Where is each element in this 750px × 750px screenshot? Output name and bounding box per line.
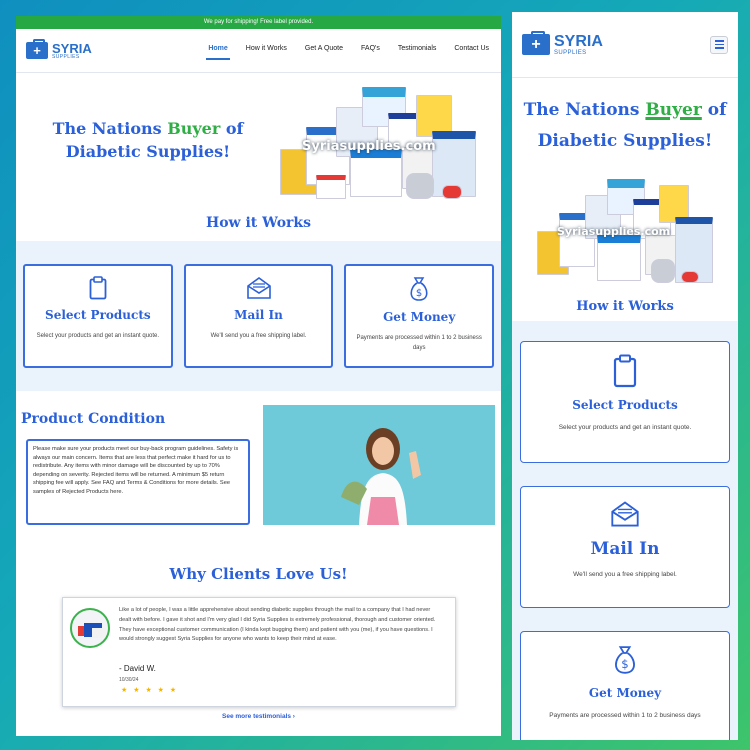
hamburger-menu-icon[interactable] [710, 35, 728, 54]
mobile-header: + SYRIA SUPPLIES [512, 12, 738, 78]
product-condition-section: Product Condition Please make sure your … [16, 391, 501, 551]
step-text: Select your products and get an instant … [558, 424, 692, 431]
logo-name: SYRIA [52, 40, 92, 56]
nav-how-it-works[interactable]: How it Works [244, 42, 289, 60]
clipboard-icon [613, 354, 637, 388]
testimonial-author: - David W. [119, 664, 156, 673]
step-title: Mail In [590, 539, 660, 559]
step-text: We'll send you a free shipping label. [573, 571, 677, 578]
diabetic-supplies-image: Syriasupplies.com [533, 179, 717, 291]
hero-headline: The Nations Buyer of Diabetic Supplies! [52, 119, 244, 161]
product-condition-text: Please make sure your products meet our … [26, 439, 250, 525]
clipboard-icon [89, 276, 107, 300]
image-watermark: Syriasupplies.com [557, 225, 671, 238]
hero-headline: The Nations Buyer of Diabetic Supplies! [523, 100, 727, 151]
hero-section: The Nations Buyer of Diabetic Supplies! … [16, 73, 501, 213]
testimonial-date: 10/30/24 [119, 677, 139, 683]
step-title: Select Products [572, 398, 678, 412]
testimonial-card: Like a lot of people, I was a little app… [62, 597, 456, 707]
step-title: Select Products [45, 308, 151, 322]
how-it-works-title: How it Works [576, 299, 674, 314]
step-text: Payments are processed within 1 to 2 bus… [356, 335, 482, 351]
mobile-how-it-works-section: How it Works Select Products Select your… [512, 299, 738, 740]
step-get-money: $ Get Money Payments are processed withi… [520, 631, 730, 740]
step-mail-in: Mail In We'll send you a free shipping l… [183, 264, 334, 368]
image-watermark: Syriasupplies.com [302, 139, 436, 154]
step-text: Select your products and get an instant … [36, 333, 160, 339]
logo-name: SYRIA [554, 32, 603, 50]
envelope-icon [246, 277, 271, 299]
diabetic-supplies-image: Syriasupplies.com [266, 87, 486, 203]
step-title: Get Money [588, 686, 662, 700]
logo-tagline: SUPPLIES [554, 49, 587, 56]
nav-testimonials[interactable]: Testimonials [396, 42, 439, 60]
how-it-works-section: How it Works Select Products Select your… [16, 213, 501, 391]
testimonials-section: Why Clients Love Us! Like a lot of peopl… [16, 551, 501, 736]
step-get-money: $ Get Money Payments are processed withi… [344, 264, 495, 368]
step-text: Payments are processed within 1 to 2 bus… [549, 712, 701, 719]
happy-customer-photo [263, 405, 495, 525]
step-select-products: Select Products Select your products and… [520, 341, 730, 463]
medical-kit-icon: + [522, 31, 550, 55]
envelope-icon [611, 501, 639, 527]
medical-kit-icon: + [26, 39, 48, 59]
step-title: Get Money [383, 310, 456, 324]
nav-contact-us[interactable]: Contact Us [452, 42, 491, 60]
nav-home[interactable]: Home [206, 42, 230, 60]
step-title: Mail In [234, 308, 283, 322]
step-select-products: Select Products Select your products and… [23, 264, 173, 368]
logo-tagline: SUPPLIES [52, 53, 80, 60]
site-header: + SYRIA SUPPLIES Home How it Works Get A… [16, 29, 501, 73]
nav-get-a-quote[interactable]: Get A Quote [303, 42, 345, 60]
see-more-testimonials-link[interactable]: See more testimonials › [16, 713, 501, 720]
money-bag-icon: $ [410, 277, 428, 301]
desktop-screenshot: We pay for shipping! Free label provided… [16, 16, 501, 736]
how-it-works-title: How it Works [205, 215, 312, 231]
shipping-banner: We pay for shipping! Free label provided… [16, 16, 501, 29]
testimonials-title: Why Clients Love Us! [169, 565, 348, 583]
step-text: We'll send you a free shipping label. [210, 333, 307, 339]
testimonial-avatar [70, 608, 110, 648]
site-logo[interactable]: + SYRIA SUPPLIES [522, 31, 603, 56]
testimonial-quote: Like a lot of people, I was a little app… [119, 607, 436, 643]
svg-text:$: $ [621, 657, 628, 671]
nav-faqs[interactable]: FAQ's [359, 42, 382, 60]
mobile-hero-section: The Nations Buyer of Diabetic Supplies! … [512, 95, 738, 291]
svg-text:$: $ [416, 288, 422, 299]
star-rating: ★ ★ ★ ★ ★ [121, 687, 179, 694]
mobile-screenshot: + SYRIA SUPPLIES The Nations Buyer of Di… [512, 12, 738, 740]
product-condition-title: Product Condition [21, 411, 166, 427]
step-mail-in: Mail In We'll send you a free shipping l… [520, 486, 730, 608]
site-logo[interactable]: + SYRIA SUPPLIES [26, 39, 92, 60]
main-nav: Home How it Works Get A Quote FAQ's Test… [206, 42, 491, 60]
money-bag-icon: $ [615, 646, 635, 674]
